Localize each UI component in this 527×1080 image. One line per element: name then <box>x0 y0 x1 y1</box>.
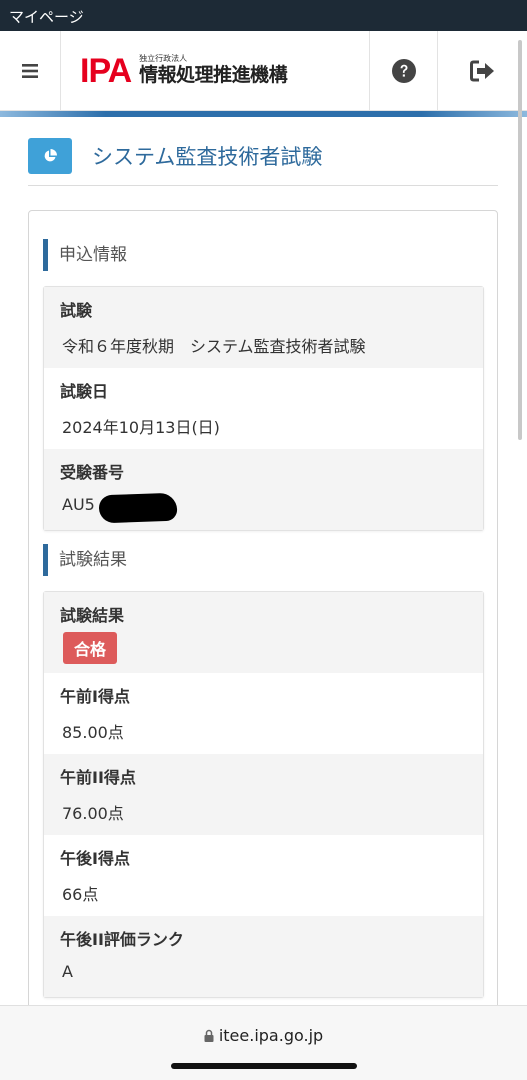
logout-button[interactable] <box>437 31 527 111</box>
address-bar[interactable]: itee.ipa.go.jp <box>0 1026 527 1045</box>
redaction-mark <box>98 492 178 524</box>
pie-chart-icon <box>44 149 57 162</box>
browser-bottom-bar: itee.ipa.go.jp <box>0 1005 527 1080</box>
logout-icon <box>469 60 494 82</box>
score-pm1-label: 午後I得点 <box>60 849 130 868</box>
score-pm2-label: 午後II評価ランク <box>60 930 184 949</box>
menu-button[interactable] <box>0 31 61 111</box>
application-card: 試験 令和６年度秋期 システム監査技術者試験 試験日 2024年10月13日(日… <box>43 286 484 531</box>
help-button[interactable] <box>369 31 437 111</box>
results-heading: 試験結果 <box>43 544 127 576</box>
logo-mark: IPA <box>80 52 132 90</box>
url-text: itee.ipa.go.jp <box>218 1026 324 1045</box>
window-title: マイページ <box>0 0 527 31</box>
exam-label: 試験 <box>60 301 93 320</box>
pass-badge: 合格 <box>63 632 118 664</box>
page-icon-badge <box>28 138 72 174</box>
application-heading: 申込情報 <box>43 239 127 271</box>
help-icon <box>391 59 416 83</box>
exam-row: 試験 令和６年度秋期 システム監査技術者試験 <box>44 287 483 368</box>
logo-name: 情報処理推進機構 <box>139 64 288 87</box>
scrollbar[interactable] <box>518 40 522 440</box>
header-accent-line <box>0 111 527 117</box>
exam-date-value: 2024年10月13日(日) <box>62 418 220 437</box>
menu-icon <box>22 64 38 78</box>
ipa-logo[interactable]: IPA 独立行政法人 情報処理推進機構 <box>80 51 288 91</box>
result-status-row: 試験結果 合格 <box>44 592 483 673</box>
page-header: システム監査技術者試験 <box>28 138 498 186</box>
score-am2-row: 午前II得点 76.00点 <box>44 754 483 835</box>
score-am1-row: 午前I得点 85.00点 <box>44 673 483 754</box>
exam-value: 令和６年度秋期 システム監査技術者試験 <box>62 337 366 356</box>
logo-subtitle: 独立行政法人 <box>139 54 188 64</box>
exam-date-row: 試験日 2024年10月13日(日) <box>44 368 483 449</box>
score-am1-value: 85.00点 <box>62 723 124 742</box>
exam-number-row: 受験番号 AU5 <box>44 449 483 530</box>
exam-date-label: 試験日 <box>60 382 109 401</box>
score-pm2-value: A <box>62 962 73 981</box>
home-indicator[interactable] <box>171 1063 357 1069</box>
page-title: システム監査技術者試験 <box>92 145 323 169</box>
exam-number-label: 受験番号 <box>60 463 125 482</box>
site-header: IPA 独立行政法人 情報処理推進機構 <box>0 31 527 111</box>
score-am1-label: 午前I得点 <box>60 687 130 706</box>
exam-panel: 申込情報 試験 令和６年度秋期 システム監査技術者試験 試験日 2024年10月… <box>28 210 498 1020</box>
score-pm2-row: 午後II評価ランク A <box>44 916 483 997</box>
lock-icon <box>204 1029 214 1042</box>
results-card: 試験結果 合格 午前I得点 85.00点 午前II得点 76.00点 午後I得点… <box>43 591 484 998</box>
score-am2-label: 午前II得点 <box>60 768 136 787</box>
score-pm1-row: 午後I得点 66点 <box>44 835 483 916</box>
score-pm1-value: 66点 <box>62 885 99 904</box>
score-am2-value: 76.00点 <box>62 804 124 823</box>
result-status-label: 試験結果 <box>60 606 125 625</box>
